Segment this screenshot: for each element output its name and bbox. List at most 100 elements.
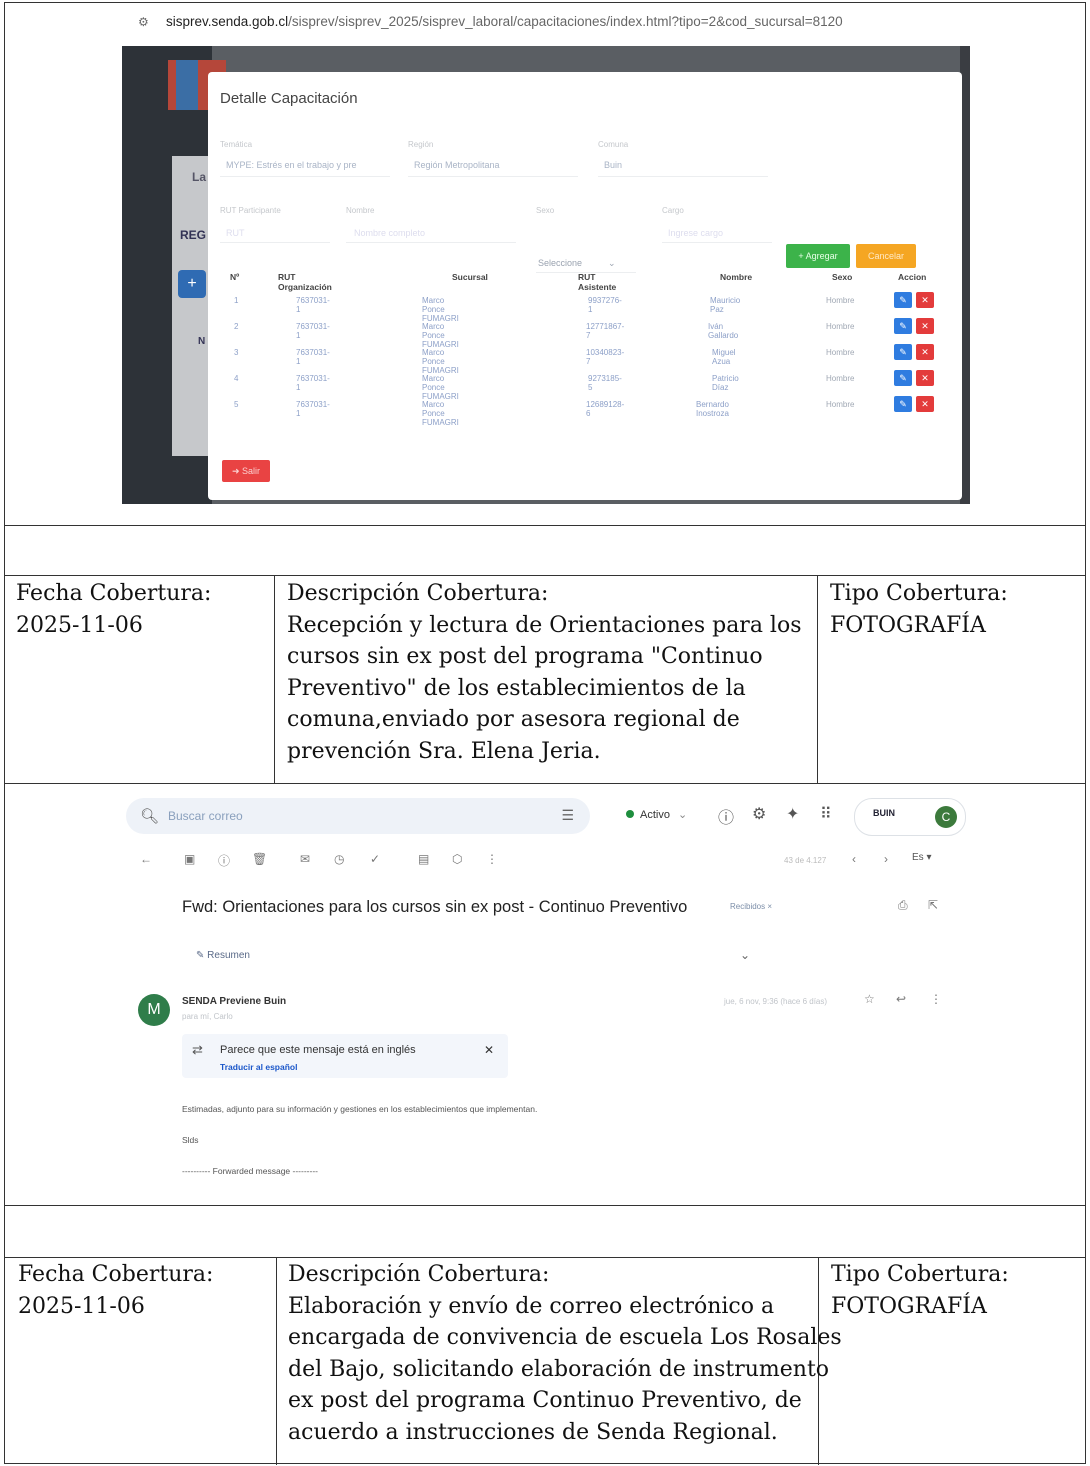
close-icon: ✕ — [921, 295, 929, 305]
cancel-button[interactable]: Cancelar — [856, 244, 916, 268]
filter-icon[interactable]: ☰ — [561, 807, 574, 824]
next-icon[interactable]: › — [884, 852, 888, 866]
table-cell: Patricio Díaz — [712, 374, 739, 392]
site-settings-icon[interactable]: ⚙ — [138, 15, 152, 29]
table-cell: 7637031-1 — [296, 322, 330, 340]
status-selector[interactable]: Activo ⌄ — [626, 808, 687, 821]
edit-button[interactable]: ✎ — [894, 344, 912, 360]
tipo-value: FOTOGRAFÍA — [831, 1293, 987, 1319]
gear-icon[interactable]: ⚙ — [752, 804, 766, 824]
archive-icon[interactable]: ▣ — [184, 852, 195, 866]
star-icon[interactable]: ☆ — [864, 992, 875, 1006]
modal-detalle-capacitacion: Detalle Capacitación Temática MYPE: Estr… — [208, 72, 962, 500]
exit-button[interactable]: ➜ Salir — [222, 460, 270, 482]
delete-button[interactable]: ✕ — [916, 318, 934, 334]
cargo-input[interactable]: Ingrese cargo — [668, 228, 723, 238]
descripcion-line: del Bajo, solicitando elaboración de ins… — [288, 1356, 830, 1382]
mark-unread-icon[interactable]: ✉ — [300, 852, 310, 866]
table-cell: 3 — [234, 348, 239, 357]
label-icon[interactable]: ⬡ — [452, 852, 462, 866]
email-body-line: ---------- Forwarded message --------- — [182, 1166, 318, 1176]
background-text: La — [192, 170, 207, 184]
move-to-icon[interactable]: ▤ — [418, 852, 429, 866]
open-new-window-icon[interactable]: ⇱ — [928, 898, 938, 912]
table-cell: Hombre — [826, 322, 855, 331]
help-icon[interactable]: ⓘ — [718, 804, 734, 828]
descripcion-line: cursos sin ex post del programa "Continu… — [287, 644, 763, 669]
descripcion-line: Recepción y lectura de Orientaciones par… — [287, 612, 802, 638]
back-arrow-icon[interactable]: ← — [140, 852, 152, 866]
table-cell: 7637031-1 — [296, 374, 330, 392]
close-icon: ✕ — [921, 347, 929, 357]
translate-link[interactable]: Traducir al español — [220, 1062, 297, 1072]
edit-button[interactable]: ✎ — [894, 318, 912, 334]
snooze-icon[interactable]: ◷ — [334, 852, 344, 866]
table-cell: Bernardo Inostroza — [696, 400, 729, 418]
email-subject: Fwd: Orientaciones para los cursos sin e… — [182, 898, 688, 916]
more-vert-icon[interactable]: ⋮ — [486, 852, 498, 866]
delete-button[interactable]: ✕ — [916, 396, 934, 412]
search-bar[interactable]: 🔍︎ Buscar correo ☰ — [126, 798, 590, 834]
delete-button[interactable]: ✕ — [916, 292, 934, 308]
delete-button[interactable]: ✕ — [916, 370, 934, 386]
region-field[interactable]: Región Metropolitana — [414, 160, 500, 170]
edit-button[interactable]: ✎ — [894, 396, 912, 412]
descripcion-label: Descripción Cobertura: — [288, 1262, 550, 1287]
chevron-down-icon[interactable]: ⌄ — [740, 948, 750, 962]
fecha-value: 2025-11-06 — [16, 612, 143, 638]
descripcion-cobertura-cell: Descripción Cobertura: Elaboración y env… — [288, 1259, 842, 1448]
sparkle-icon[interactable]: ✦ — [786, 804, 799, 824]
browser-address-bar[interactable]: ⚙ sisprev.senda.gob.cl/sisprev/sisprev_20… — [138, 14, 843, 29]
row-divider — [5, 525, 1085, 526]
sender-avatar[interactable]: M — [138, 994, 170, 1026]
delete-button[interactable]: ✕ — [916, 344, 934, 360]
tematica-label: Temática — [220, 140, 253, 149]
recipient-text[interactable]: para mí, Carlo — [182, 1012, 233, 1021]
table-cell: 7637031-1 — [296, 296, 330, 314]
more-vert-icon[interactable]: ⋮ — [930, 992, 942, 1006]
report-spam-icon[interactable]: ⓘ — [218, 852, 230, 869]
descripcion-line: Preventivo" de los establecimientos de l… — [287, 675, 746, 701]
summary-button[interactable]: ✎ Resumen — [196, 950, 250, 961]
descripcion-line: acuerdo a instrucciones de Senda Regiona… — [288, 1419, 778, 1445]
add-button[interactable]: + Agregar — [786, 244, 850, 268]
sender-name[interactable]: SENDA Previene Buin — [182, 996, 286, 1007]
descripcion-line: comuna,enviado por asesora regional de — [287, 707, 740, 732]
reply-icon[interactable]: ↩ — [896, 992, 906, 1006]
table-cell: Hombre — [826, 296, 855, 305]
descripcion-label: Descripción Cobertura: — [287, 581, 549, 606]
language-selector[interactable]: Es ▾ — [912, 852, 931, 863]
avatar[interactable]: C — [935, 806, 957, 828]
search-input[interactable]: Buscar correo — [168, 809, 243, 823]
background-text: REG — [180, 228, 207, 242]
table-cell: 9273185-5 — [588, 374, 622, 392]
account-switcher[interactable]: BUIN C — [854, 798, 966, 836]
row-divider — [5, 575, 1085, 576]
inbox-label-chip[interactable]: Recibidos × — [730, 902, 772, 911]
col-divider — [276, 1257, 277, 1465]
table-cell: Marco Ponce FUMAGRI — [422, 374, 459, 401]
comuna-field[interactable]: Buin — [604, 160, 622, 170]
trash-icon[interactable]: 🗑︎ — [252, 852, 267, 866]
print-icon[interactable]: ⎙ — [898, 898, 908, 913]
nombre-input[interactable]: Nombre completo — [354, 228, 425, 238]
apps-grid-icon[interactable]: ⠿ — [820, 804, 832, 824]
prev-icon[interactable]: ‹ — [852, 852, 856, 866]
edit-button[interactable]: ✎ — [894, 292, 912, 308]
rut-input[interactable]: RUT — [226, 228, 245, 238]
region-label: Región — [408, 140, 434, 149]
add-task-icon[interactable]: ✓ — [370, 852, 380, 866]
edit-button[interactable]: ✎ — [894, 370, 912, 386]
sexo-label: Sexo — [536, 206, 555, 215]
descripcion-line: ex post del programa Continuo Preventivo… — [288, 1388, 802, 1413]
table-cell: Marco Ponce FUMAGRI — [422, 400, 459, 427]
close-icon[interactable]: ✕ — [484, 1043, 494, 1057]
table-cell: Marco Ponce FUMAGRI — [422, 296, 459, 323]
table-cell: 1 — [234, 296, 239, 305]
comuna-label: Comuna — [598, 140, 629, 149]
tematica-field[interactable]: MYPE: Estrés en el trabajo y pre — [226, 160, 357, 170]
close-icon: ✕ — [921, 399, 929, 409]
table-cell: 12771867-7 — [586, 322, 625, 340]
table-cell: 12689128-6 — [586, 400, 625, 418]
sexo-select[interactable]: Seleccione ⌄ — [538, 258, 616, 269]
